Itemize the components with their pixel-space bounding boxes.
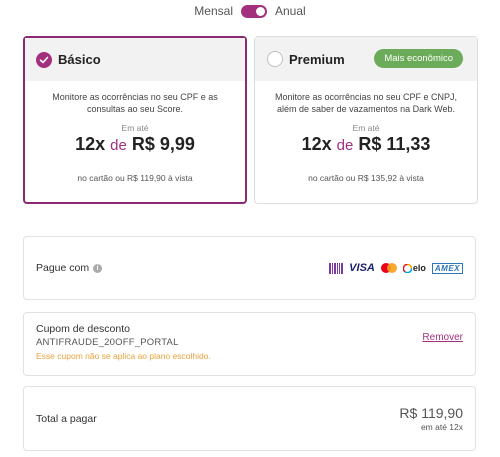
total-box: Total a pagar R$ 119,90 em até 12x <box>23 386 476 451</box>
plan-price-value: R$ 11,33 <box>358 134 431 154</box>
plan-header: Básico <box>25 38 245 81</box>
coupon-warning: Esse cupom não se aplica ao plano escolh… <box>36 351 211 361</box>
total-amount: R$ 119,90 em até 12x <box>399 405 463 432</box>
toggle-label-annual[interactable]: Anual <box>275 4 306 18</box>
billing-toggle: Mensal Anual <box>0 4 500 18</box>
plan-description: Monitore as ocorrências no seu CPF e CNP… <box>274 92 458 114</box>
plan-installments: 12x <box>301 134 332 154</box>
plan-price-de: de <box>336 137 354 154</box>
total-label: Total a pagar <box>36 412 97 425</box>
plan-installments: 12x <box>75 134 106 154</box>
toggle-label-monthly[interactable]: Mensal <box>194 4 233 18</box>
plan-header: Premium Mais econômico <box>255 37 477 81</box>
payment-methods-box: Pague com i VISA elo AMEX <box>23 236 476 300</box>
plan-price-de: de <box>110 137 127 154</box>
coupon-box: Cupom de desconto ANTIFRAUDE_20OFF_PORTA… <box>23 312 476 376</box>
plan-from-label: Em até <box>121 123 149 133</box>
card-brands: VISA elo AMEX <box>329 262 463 274</box>
billing-switch[interactable] <box>240 4 267 18</box>
mastercard-icon <box>380 263 397 273</box>
plan-cash-price: no cartão ou R$ 135,92 à vista <box>308 173 424 183</box>
plan-from-label: Em até <box>352 123 380 133</box>
plan-price-value: R$ 9,99 <box>131 134 195 154</box>
plan-name: Básico <box>58 52 101 67</box>
plan-price: 12x de R$ 11,33 <box>255 134 477 155</box>
radio-checked-icon[interactable] <box>36 51 52 68</box>
elo-logo: elo <box>402 263 426 273</box>
info-icon[interactable]: i <box>93 263 103 273</box>
coupon-title: Cupom de desconto <box>36 323 130 335</box>
plan-card-premium[interactable]: Premium Mais econômico Monitore as ocorr… <box>254 36 478 204</box>
payment-label: Pague com i <box>36 262 103 274</box>
plan-name: Premium <box>289 51 345 67</box>
plan-card-basico[interactable]: Básico Monitore as ocorrências no seu CP… <box>23 36 247 204</box>
elo-ring-icon <box>402 263 412 273</box>
plan-cash-price: no cartão ou R$ 119,90 à vista <box>77 173 193 183</box>
remove-coupon-link[interactable]: Remover <box>422 332 463 343</box>
coupon-code: ANTIFRAUDE_20OFF_PORTAL <box>36 337 179 348</box>
barcode-icon <box>329 262 344 274</box>
total-installments: em até 12x <box>420 422 463 432</box>
payment-label-text: Pague com <box>36 262 90 274</box>
plan-description: Monitore as ocorrências no seu CPF e as … <box>52 92 218 114</box>
amex-logo: AMEX <box>431 262 463 274</box>
plan-price: 12x de R$ 9,99 <box>25 134 245 155</box>
elo-text: elo <box>412 263 426 273</box>
best-value-badge: Mais econômico <box>374 49 463 68</box>
radio-unchecked-icon[interactable] <box>267 51 283 67</box>
visa-logo: VISA <box>349 262 375 274</box>
switch-knob <box>255 6 265 16</box>
total-price: R$ 119,90 <box>399 405 463 421</box>
